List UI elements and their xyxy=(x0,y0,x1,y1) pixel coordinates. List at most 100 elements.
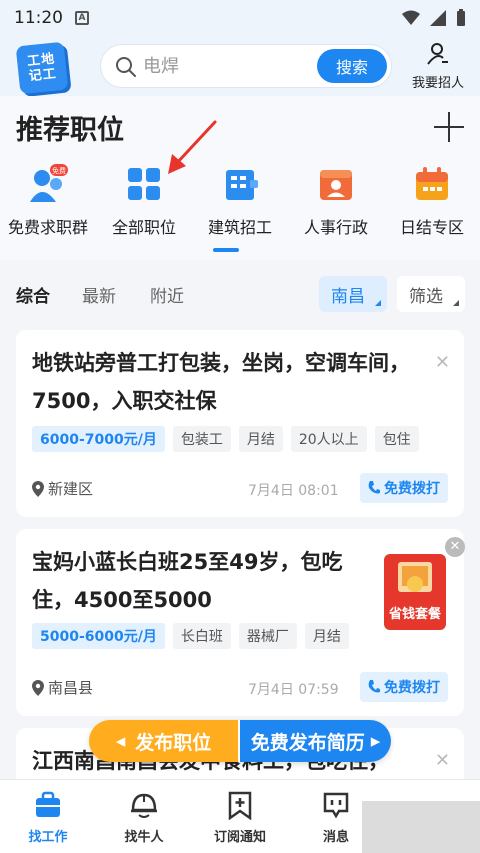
salary-tag: 6000-7000元/月 xyxy=(32,426,165,452)
annotation-arrow-icon xyxy=(168,120,217,174)
battery-icon xyxy=(457,9,465,26)
id-card-icon xyxy=(316,164,356,204)
phone-icon xyxy=(368,680,380,693)
wifi-icon xyxy=(402,10,420,25)
svg-text:免费: 免费 xyxy=(52,166,66,175)
post-time: 7月4日 08:01 xyxy=(248,483,339,499)
free-call-button[interactable]: 免费拨打 xyxy=(360,672,448,702)
category-hr-admin[interactable]: 人事行政 xyxy=(288,164,384,238)
phone-icon xyxy=(368,481,380,494)
category-label: 免费求职群 xyxy=(7,218,88,237)
job-tags: 5000-6000元/月 长白班 器械厂 月结 xyxy=(32,623,349,649)
close-icon[interactable]: ✕ xyxy=(435,750,450,771)
grid-icon xyxy=(124,164,164,204)
job-tag: 器械厂 xyxy=(238,623,297,649)
chevron-right-icon: ▸ xyxy=(370,730,381,752)
job-tag: 包住 xyxy=(374,426,419,452)
job-location: 南昌县 xyxy=(32,677,93,698)
location-pin-icon xyxy=(32,679,44,696)
job-tag: 月结 xyxy=(304,623,349,649)
add-button[interactable] xyxy=(432,110,466,144)
filter-label: 筛选 xyxy=(409,286,443,307)
call-label: 免费拨打 xyxy=(384,680,440,696)
category-row: 免费 免费求职群 全部职位 建筑招工 人事行政 日结专区 xyxy=(0,156,480,260)
post-resume-button[interactable]: 免费发布简历 ▸ xyxy=(238,720,391,762)
tab-nearby[interactable]: 附近 xyxy=(150,282,184,307)
dropdown-corner-icon xyxy=(453,300,459,306)
free-call-button[interactable]: 免费拨打 xyxy=(360,473,448,503)
calendar-icon xyxy=(412,164,452,204)
post-job-label: 发布职位 xyxy=(135,731,212,754)
app-logo[interactable]: 工地 记工 xyxy=(15,41,69,95)
category-daily-pay[interactable]: 日结专区 xyxy=(384,164,480,238)
nav-label: 找牛人 xyxy=(124,830,164,845)
category-label: 日结专区 xyxy=(399,218,464,237)
search-button[interactable]: 搜索 xyxy=(317,49,387,83)
recruit-button[interactable]: 我要招人 xyxy=(408,42,468,91)
briefcase-icon xyxy=(33,790,63,820)
location-text: 新建区 xyxy=(48,480,94,498)
job-tag: 包装工 xyxy=(172,426,231,452)
call-label: 免费拨打 xyxy=(384,481,440,497)
filter-button[interactable]: 筛选 xyxy=(397,276,465,312)
search-input[interactable] xyxy=(143,45,313,87)
status-time: 11:20 xyxy=(14,8,63,28)
post-time: 7月4日 07:59 xyxy=(248,682,339,698)
page-title: 推荐职位 xyxy=(16,115,124,146)
tab-latest[interactable]: 最新 xyxy=(82,282,116,307)
notification-a-icon: A xyxy=(75,11,89,25)
category-label: 人事行政 xyxy=(303,218,368,237)
city-label: 南昌 xyxy=(331,286,365,307)
dropdown-corner-icon xyxy=(375,300,381,306)
building-icon xyxy=(220,164,260,204)
bookmark-plus-icon xyxy=(225,790,255,821)
nav-find-job[interactable]: 找工作 xyxy=(0,790,96,845)
job-title: 宝妈小蓝长白班25至49岁，包吃住，4500至5000 xyxy=(32,550,343,612)
promo-ad[interactable]: 省钱套餐 xyxy=(384,554,446,630)
publish-bar: ◂ 发布职位 免费发布简历 ▸ xyxy=(89,720,391,762)
app-header: 工地 记工 搜索 我要招人 xyxy=(0,36,480,96)
ad-close-icon[interactable]: ✕ xyxy=(445,537,465,557)
tab-comprehensive[interactable]: 综合 xyxy=(16,282,50,307)
job-card[interactable]: 地铁站旁普工打包装，坐岗，空调车间，7500，入职交社保 ✕ 6000-7000… xyxy=(16,330,464,517)
category-label: 建筑招工 xyxy=(207,218,272,237)
nav-label: 找工作 xyxy=(28,830,68,845)
location-pin-icon xyxy=(32,480,44,497)
job-location: 新建区 xyxy=(32,478,93,499)
nav-find-talent[interactable]: 找牛人 xyxy=(96,790,192,845)
group-chat-icon: 免费 xyxy=(28,164,68,204)
ad-label: 省钱套餐 xyxy=(388,607,441,622)
recommend-header: 推荐职位 xyxy=(0,96,480,156)
post-job-button[interactable]: ◂ 发布职位 xyxy=(89,720,238,762)
logo-text-bottom: 记工 xyxy=(28,66,58,85)
city-selector[interactable]: 南昌 xyxy=(319,276,387,312)
job-tag: 20人以上 xyxy=(290,426,367,452)
job-tag: 月结 xyxy=(238,426,283,452)
helmet-icon xyxy=(129,790,159,820)
job-tags: 6000-7000元/月 包装工 月结 20人以上 包住 xyxy=(32,426,419,452)
nav-label: 订阅通知 xyxy=(213,830,266,845)
category-label: 全部职位 xyxy=(111,218,176,237)
category-free-group[interactable]: 免费 免费求职群 xyxy=(0,164,96,238)
person-add-icon xyxy=(427,43,448,65)
red-envelope-icon xyxy=(398,562,432,592)
location-text: 南昌县 xyxy=(48,679,94,697)
job-tag: 长白班 xyxy=(172,623,231,649)
bottom-nav: 找工作 找牛人 订阅通知 消息 xyxy=(0,779,480,853)
job-title: 地铁站旁普工打包装，坐岗，空调车间，7500，入职交社保 xyxy=(32,351,410,413)
search-icon xyxy=(116,57,136,77)
page-indicator xyxy=(213,248,239,252)
chevron-left-icon: ◂ xyxy=(115,730,126,752)
post-resume-label: 免费发布简历 xyxy=(250,731,365,754)
status-bar: 11:20 A xyxy=(0,0,480,36)
status-right xyxy=(402,9,466,27)
close-icon[interactable]: ✕ xyxy=(435,352,450,373)
search-box[interactable]: 搜索 xyxy=(100,44,392,88)
salary-tag: 5000-6000元/月 xyxy=(32,623,165,649)
filter-bar: 综合 最新 附近 南昌 筛选 xyxy=(0,270,480,320)
chat-bubble-icon xyxy=(321,790,351,820)
recruit-label: 我要招人 xyxy=(411,76,464,91)
nav-subscribe[interactable]: 订阅通知 xyxy=(192,790,288,845)
screen-corner xyxy=(362,801,480,853)
signal-icon xyxy=(430,10,446,26)
